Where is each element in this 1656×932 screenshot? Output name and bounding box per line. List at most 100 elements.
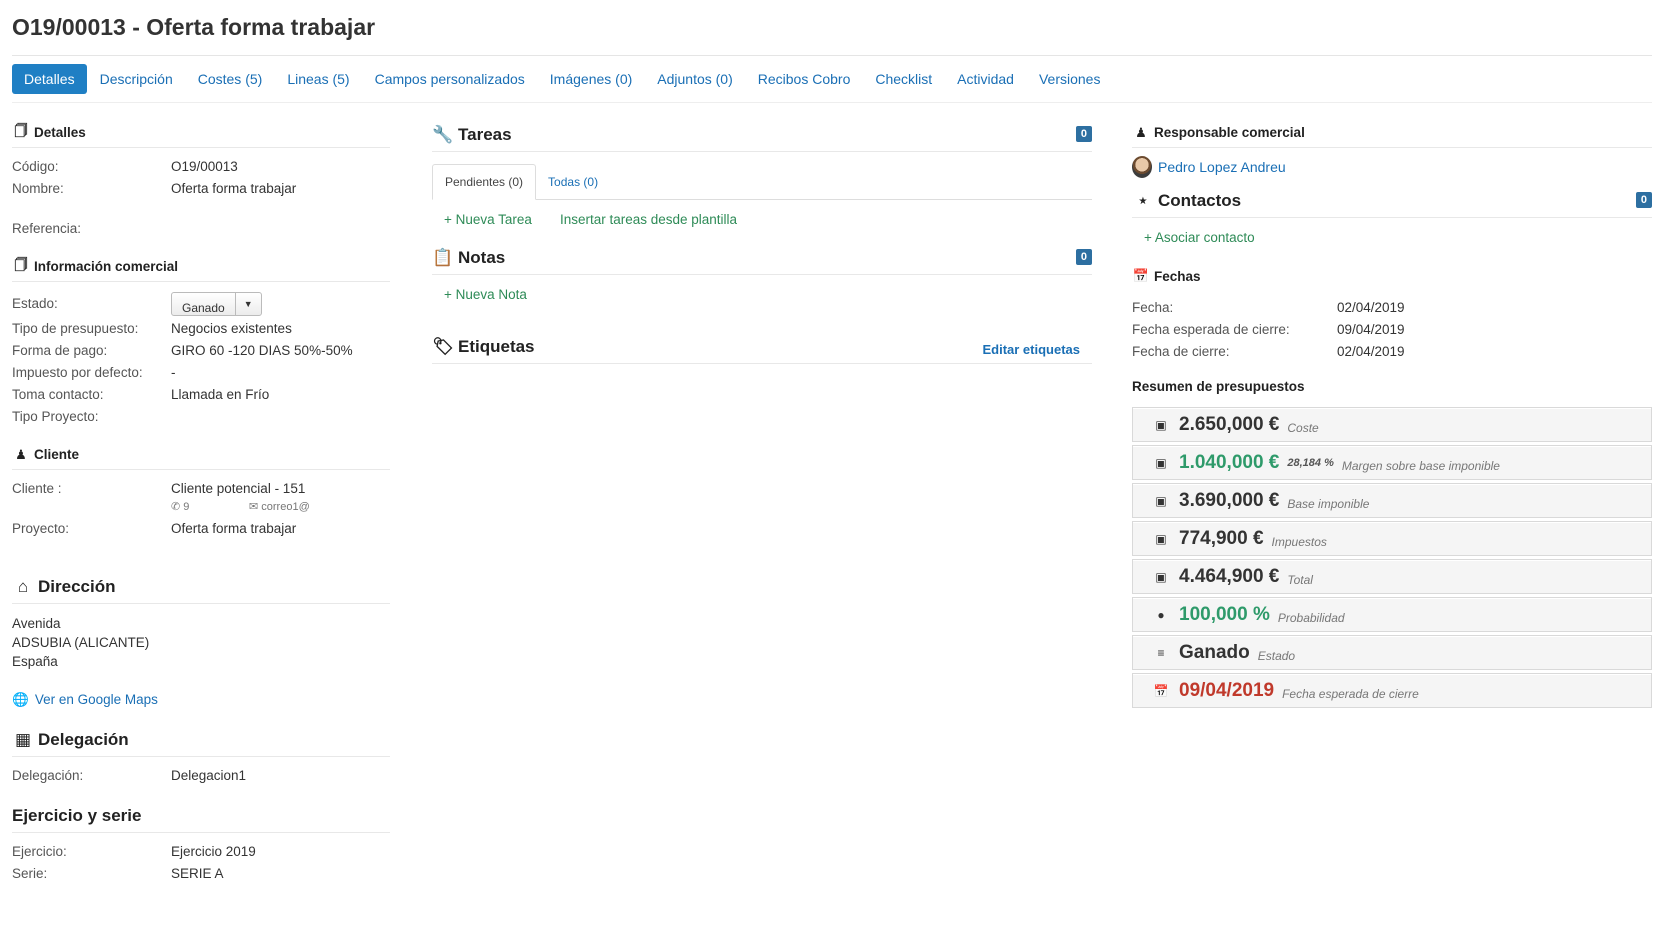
contactos-actions: + Asociar contacto [1132,218,1652,257]
document-icon: 🗍 [14,256,28,272]
summary-impuestos: ▣ 774,900 € Impuestos [1132,521,1652,556]
phone-icon: ✆ [171,501,181,513]
summary-probabilidad: ● 100,000 % Probabilidad [1132,597,1652,632]
summary-estado: ≡ Ganado Estado [1132,635,1652,670]
cliente-contact-line: ✆ 9 ✉ correo1@ [171,501,310,513]
right-column: ♟ Responsable comercial Pedro Lopez Andr… [1132,118,1652,711]
tab-campos-personalizados[interactable]: Campos personalizados [363,64,537,94]
summary-base: ▣ 3.690,000 € Base imponible [1132,483,1652,518]
nombre-row: Nombre: Oferta forma trabajar [12,181,297,196]
title-divider [12,55,1652,56]
money-icon: ▣ [1155,455,1167,470]
asociar-contacto-link[interactable]: + Asociar contacto [1144,230,1255,245]
summary-coste: ▣ 2.650,000 € Coste [1132,407,1652,442]
cliente-link[interactable]: Cliente potencial - 151 [171,478,305,500]
building-icon: ▦ [14,729,32,749]
dashboard-icon: ● [1157,607,1165,622]
ejercicio-heading: Ejercicio y serie [12,799,390,833]
fecha-row: Fecha: 02/04/2019 [1132,300,1405,315]
fechas-heading: 📅 Fechas [1132,268,1201,284]
money-icon: ▣ [1155,493,1167,508]
contactos-badge: 0 [1635,192,1652,208]
delegacion-row: Delegación: Delegacion1 [12,768,247,783]
fecha-cierre-row: Fecha de cierre: 02/04/2019 [1132,344,1405,359]
tab-lineas[interactable]: Lineas (5) [275,64,361,94]
summary-fecha: 📅 09/04/2019 Fecha esperada de cierre [1132,673,1652,708]
address-line: ADSUBIA (ALICANTE) [12,635,150,650]
tipo-presupuesto-row: Tipo de presupuesto: Negocios existentes [12,321,292,336]
tab-detalles[interactable]: Detalles [12,64,87,94]
user-icon: ♟ [1135,124,1147,140]
page-title: O19/00013 - Oferta forma trabajar [12,14,376,40]
cliente-heading: ♟ Cliente [12,440,390,470]
tab-actividad[interactable]: Actividad [945,64,1026,94]
tareas-actions: + Nueva Tarea Insertar tareas desde plan… [432,200,1092,239]
tab-todas[interactable]: Todas (0) [536,165,610,199]
tab-bar: Detalles Descripción Costes (5) Lineas (… [12,64,1113,94]
cliente-row: Cliente : Cliente potencial - 151 [12,478,390,500]
responsable-heading: ♟ Responsable comercial [1132,118,1652,148]
tags-icon: 🏷 [432,336,454,356]
notas-heading: 📋 Notas 0 [432,241,1092,275]
sitemap-icon: ⋆ [1137,190,1149,210]
estado-select[interactable]: Ganado ▼ [171,292,262,316]
direccion-heading: ⌂ Dirección [12,570,390,604]
tareas-tabs: Pendientes (0) Todas (0) [432,164,1092,200]
impuesto-row: Impuesto por defecto: - [12,365,176,380]
estado-row: Estado: Ganado ▼ [12,290,390,318]
etiquetas-heading: 🏷 Etiquetas Editar etiquetas [432,330,1092,364]
responsable-profile: Pedro Lopez Andreu [1132,156,1652,178]
avatar [1132,156,1152,178]
tipo-proyecto-row: Tipo Proyecto: [12,409,99,424]
calendar-icon: 📅 [1153,683,1169,698]
detalles-heading: 🗍 Detalles [12,118,390,148]
caret-down-icon[interactable]: ▼ [234,293,261,315]
info-comercial-heading: 🗍 Información comercial [12,252,390,282]
serie-row: Serie: SERIE A [12,866,224,881]
tab-checklist[interactable]: Checklist [863,64,944,94]
tab-descripcion[interactable]: Descripción [88,64,185,94]
money-icon: ▣ [1155,417,1167,432]
delegacion-heading: ▦ Delegación [12,723,390,757]
address-line: España [12,654,58,669]
proyecto-row: Proyecto: Oferta forma trabajar [12,518,390,540]
proyecto-link[interactable]: Oferta forma trabajar [171,518,296,540]
resumen-heading: Resumen de presupuestos [1132,378,1305,394]
document-icon: 🗍 [14,122,28,138]
home-icon: ⌂ [17,576,29,596]
referencia-row: Referencia: [12,221,82,236]
envelope-icon: ✉ [249,501,259,513]
middle-column: 🔧 Tareas 0 Pendientes (0) Todas (0) + Nu… [432,118,1092,364]
users-icon: ♟ [15,446,27,462]
left-column: 🗍 Detalles Código: O19/00013 Nombre: Ofe… [12,118,390,885]
google-maps-link[interactable]: 🌐 Ver en Google Maps [12,689,390,711]
insertar-plantilla-link[interactable]: Insertar tareas desde plantilla [560,212,737,227]
tasks-icon: ≡ [1157,645,1165,660]
toma-contacto-row: Toma contacto: Llamada en Frío [12,387,270,402]
money-icon: ▣ [1155,569,1167,584]
address-line: Avenida [12,616,61,631]
editar-etiquetas-link[interactable]: Editar etiquetas [982,342,1080,357]
summary-margen: ▣ 1.040,000 € 28,184 % Margen sobre base… [1132,445,1652,480]
tareas-heading: 🔧 Tareas 0 [432,118,1092,152]
responsable-link[interactable]: Pedro Lopez Andreu [1158,159,1286,175]
calendar-icon: 📅 [1132,268,1150,283]
notas-actions: + Nueva Nota [432,275,1092,314]
tab-costes[interactable]: Costes (5) [186,64,275,94]
tab-recibos-cobro[interactable]: Recibos Cobro [746,64,863,94]
tab-adjuntos[interactable]: Adjuntos (0) [645,64,744,94]
money-icon: ▣ [1155,531,1167,546]
tab-imagenes[interactable]: Imágenes (0) [538,64,644,94]
nueva-nota-link[interactable]: + Nueva Nota [444,287,527,302]
codigo-row: Código: O19/00013 [12,159,238,174]
tab-versiones[interactable]: Versiones [1027,64,1112,94]
tab-pendientes[interactable]: Pendientes (0) [432,164,537,200]
wrench-icon: 🔧 [432,124,454,144]
nueva-tarea-link[interactable]: + Nueva Tarea [444,212,532,227]
fecha-esperada-row: Fecha esperada de cierre: 09/04/2019 [1132,322,1405,337]
globe-icon: 🌐 [12,692,29,707]
ejercicio-row: Ejercicio: Ejercicio 2019 [12,844,256,859]
tabs-divider [12,102,1652,103]
tareas-badge: 0 [1075,126,1092,142]
notas-badge: 0 [1075,249,1092,265]
